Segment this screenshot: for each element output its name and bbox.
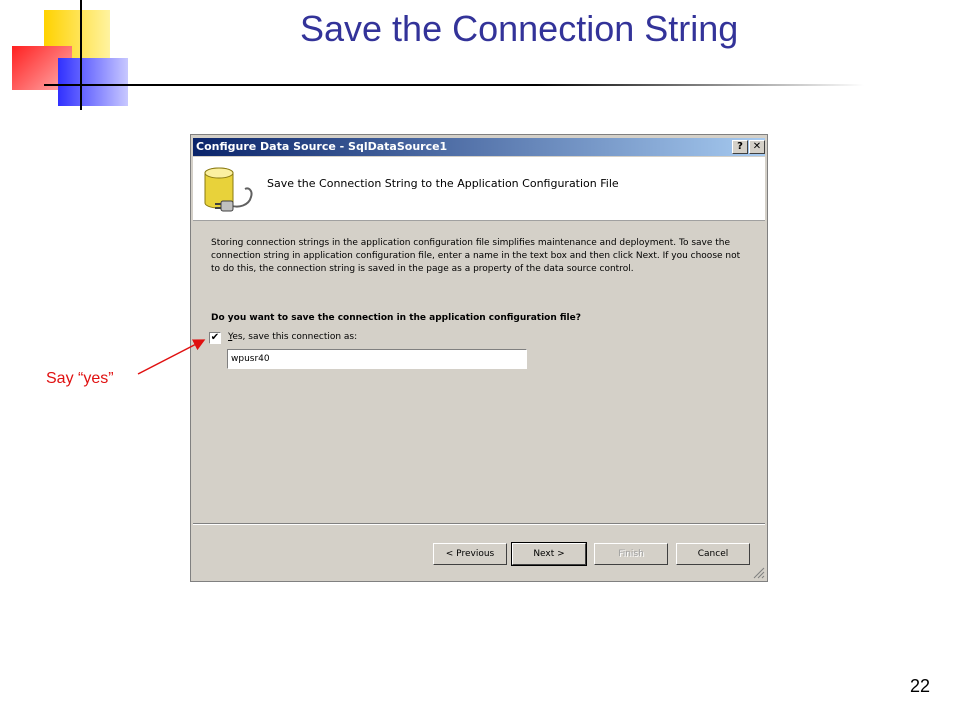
- configure-data-source-dialog: Configure Data Source - SqlDataSource1 ?…: [190, 134, 768, 582]
- checkmark-icon: ✔: [210, 332, 220, 343]
- finish-button: Finish: [594, 543, 668, 565]
- page-number: 22: [909, 676, 930, 696]
- cancel-button[interactable]: Cancel: [676, 543, 750, 565]
- close-button[interactable]: ✕: [749, 140, 765, 154]
- save-connection-checkbox[interactable]: ✔: [209, 332, 221, 344]
- save-connection-label[interactable]: Yes, save this connection as:: [228, 332, 357, 342]
- connection-name-input[interactable]: [227, 349, 527, 369]
- annotation-text: Say “yes”: [46, 370, 114, 387]
- footer-separator: [193, 523, 765, 525]
- dialog-titlebar: Configure Data Source - SqlDataSource1: [193, 138, 765, 156]
- database-plug-icon: [204, 167, 253, 212]
- previous-button[interactable]: < Previous: [433, 543, 507, 565]
- resize-grip-icon[interactable]: [753, 567, 765, 579]
- question-label: Do you want to save the connection in th…: [211, 313, 581, 323]
- decoration-vertical-line: [80, 0, 82, 110]
- slide-title: Save the Connection String: [300, 8, 739, 49]
- decoration-horizontal-line: [44, 84, 864, 86]
- next-button[interactable]: Next >: [511, 542, 587, 566]
- header-title: Save the Connection String to the Applic…: [267, 177, 619, 190]
- help-button[interactable]: ?: [732, 140, 748, 154]
- dialog-header-panel: Save the Connection String to the Applic…: [193, 157, 765, 221]
- decoration-blue-square: [58, 58, 128, 106]
- description-text: Storing connection strings in the applic…: [211, 238, 741, 274]
